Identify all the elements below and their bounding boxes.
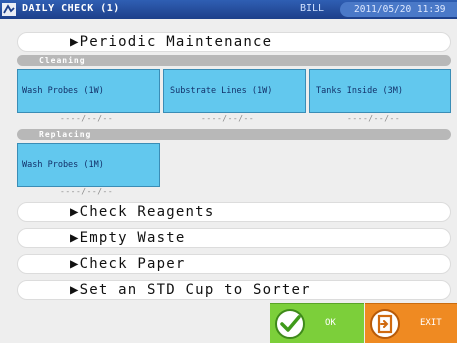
empty-waste-label: ▶Empty Waste bbox=[70, 230, 186, 246]
triangle-right-icon: ▶ bbox=[70, 204, 80, 220]
title-bar: DAILY CHECK (1) BILL 2011/05/20 11:39 bbox=[0, 0, 457, 19]
triangle-right-icon: ▶ bbox=[70, 282, 80, 298]
exit-label: EXIT bbox=[420, 318, 442, 328]
ok-label: OK bbox=[325, 318, 336, 328]
exit-button[interactable]: EXIT bbox=[365, 303, 457, 343]
last-date-tanks-inside: ----/--/-- bbox=[347, 114, 401, 123]
last-date-wash-probes: ----/--/-- bbox=[60, 114, 114, 123]
last-date-substrate-lines: ----/--/-- bbox=[201, 114, 255, 123]
set-std-cup-label: ▶Set an STD Cup to Sorter bbox=[70, 282, 311, 298]
triangle-right-icon: ▶ bbox=[70, 34, 80, 50]
section-cleaning: Cleaning bbox=[17, 55, 451, 66]
section-replacing: Replacing bbox=[17, 129, 451, 140]
device-logo-icon bbox=[2, 3, 16, 16]
cleaning-wash-probes-button[interactable]: Wash Probes (1W) bbox=[17, 69, 160, 113]
last-date-replace-wash-probes: ----/--/-- bbox=[60, 187, 114, 196]
exit-door-icon bbox=[370, 309, 400, 339]
user-name: BILL bbox=[300, 3, 325, 14]
empty-waste-button[interactable]: ▶Empty Waste bbox=[17, 228, 451, 248]
ok-button[interactable]: OK bbox=[270, 303, 364, 343]
date-time: 2011/05/20 11:39 bbox=[340, 2, 457, 17]
page-title: DAILY CHECK (1) bbox=[22, 3, 120, 14]
check-circle-icon bbox=[275, 309, 305, 339]
cleaning-tanks-inside-button[interactable]: Tanks Inside (3M) bbox=[309, 69, 451, 113]
check-paper-label: ▶Check Paper bbox=[70, 256, 186, 272]
check-paper-button[interactable]: ▶Check Paper bbox=[17, 254, 451, 274]
triangle-right-icon: ▶ bbox=[70, 230, 80, 246]
check-reagents-label: ▶Check Reagents bbox=[70, 204, 215, 220]
triangle-right-icon: ▶ bbox=[70, 256, 80, 272]
replacing-wash-probes-button[interactable]: Wash Probes (1M) bbox=[17, 143, 160, 187]
periodic-maintenance-button[interactable]: ▶Periodic Maintenance bbox=[17, 32, 451, 52]
periodic-maintenance-label: ▶Periodic Maintenance bbox=[70, 34, 273, 50]
set-std-cup-button[interactable]: ▶Set an STD Cup to Sorter bbox=[17, 280, 451, 300]
cleaning-substrate-lines-button[interactable]: Substrate Lines (1W) bbox=[163, 69, 306, 113]
check-reagents-button[interactable]: ▶Check Reagents bbox=[17, 202, 451, 222]
